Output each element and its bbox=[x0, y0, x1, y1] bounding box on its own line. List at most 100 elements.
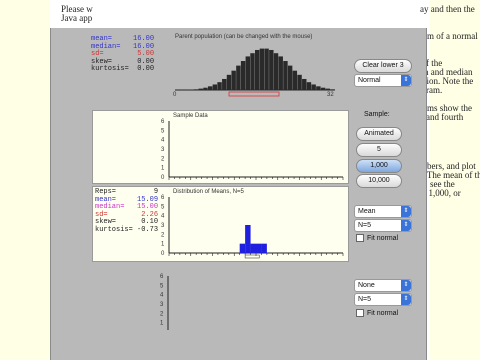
y-tick-label: 1 bbox=[161, 166, 165, 172]
parent-bar bbox=[245, 56, 250, 90]
means-panel: Reps= 9 mean= 15.09 median= 15.00 sd= 2.26 s… bbox=[92, 186, 349, 262]
clear-lower-button[interactable]: Clear lower 3 bbox=[354, 59, 412, 73]
y-tick-label: 4 bbox=[160, 293, 164, 299]
parent-sd-marker bbox=[228, 91, 280, 97]
parent-bar bbox=[325, 88, 330, 90]
statistic-select-2[interactable]: None ⇕ bbox=[354, 279, 412, 292]
animated-button[interactable]: Animated bbox=[356, 127, 402, 141]
sample-size-select-2[interactable]: N=5 ⇕ bbox=[354, 293, 412, 306]
y-tick-label: 6 bbox=[161, 119, 165, 125]
stat-row: kurtosis= -0.73 bbox=[95, 225, 159, 235]
sample-1000-button[interactable]: 1,000 bbox=[356, 159, 402, 173]
parent-bar bbox=[297, 74, 302, 90]
means-bar bbox=[245, 225, 251, 253]
distribution-select-value: Normal bbox=[358, 77, 381, 84]
parent-bar bbox=[269, 49, 274, 90]
statistic-select[interactable]: Mean ⇕ bbox=[354, 205, 412, 218]
page-text-line: ram of a normal bbox=[420, 31, 478, 41]
y-tick-label: 2 bbox=[161, 156, 165, 162]
y-tick-label: 4 bbox=[161, 214, 165, 220]
sample-data-panel: Sample Data 6543210 bbox=[92, 110, 349, 184]
y-tick-label: 1 bbox=[161, 242, 165, 248]
stat-name: kurtosis= bbox=[91, 65, 129, 73]
parent-bar bbox=[240, 61, 246, 90]
select-arrows-icon: ⇕ bbox=[401, 220, 411, 231]
select-arrows-icon: ⇕ bbox=[401, 280, 411, 291]
y-tick-label: 6 bbox=[160, 274, 164, 280]
select-arrows-icon: ⇕ bbox=[401, 294, 411, 305]
parent-bar bbox=[283, 61, 288, 90]
parent-bar bbox=[278, 56, 283, 90]
left-margin bbox=[0, 0, 50, 360]
parent-bar bbox=[212, 84, 218, 90]
means-bar bbox=[256, 243, 262, 253]
sample-size-select[interactable]: N=5 ⇕ bbox=[354, 219, 412, 232]
y-tick-label: 0 bbox=[161, 251, 165, 257]
parent-bar bbox=[198, 88, 203, 90]
parent-bar bbox=[320, 87, 326, 90]
sample-size-select-value: N=5 bbox=[358, 222, 372, 229]
y-tick-label: 3 bbox=[160, 302, 164, 308]
page-text-line: , 1,000, or bbox=[424, 188, 461, 198]
means-bar bbox=[239, 243, 246, 253]
sample-chart: 6 5 4 3 2 1 0 bbox=[161, 119, 344, 181]
means-stats: Reps= 9 mean= 15.09 median= 15.00 sd= 2.26 s… bbox=[95, 188, 159, 235]
parent-bar bbox=[259, 48, 265, 90]
sample-label: Sample: bbox=[364, 111, 390, 118]
parent-stats: mean= 16.00 median= 16.00 sd= 5.00 skew= 0.… bbox=[91, 35, 154, 74]
parent-bar bbox=[217, 82, 222, 90]
bottom-chart: 6543210 bbox=[160, 274, 169, 330]
y-tick-label: 5 bbox=[161, 204, 165, 210]
page-text-line: Java app bbox=[61, 13, 93, 23]
sample-5-button[interactable]: 5 bbox=[356, 143, 402, 157]
distribution-select[interactable]: Normal ⇕ bbox=[354, 74, 412, 87]
statistic-select-2-value: None bbox=[358, 282, 375, 289]
means-chart: 6 5 4 3 2 1 0 bbox=[161, 195, 344, 259]
parent-bar bbox=[330, 89, 335, 90]
means-bar bbox=[261, 243, 267, 253]
means-bar bbox=[250, 243, 256, 253]
sample-size-select-2-value: N=5 bbox=[358, 296, 372, 303]
means-sd-marker bbox=[244, 254, 260, 259]
parent-bar bbox=[193, 89, 199, 90]
select-arrows-icon: ⇕ bbox=[401, 75, 411, 86]
parent-bar bbox=[316, 86, 321, 90]
y-tick-label: 2 bbox=[160, 311, 164, 317]
y-tick-label: 5 bbox=[160, 283, 164, 289]
stat-value: -0.73 bbox=[132, 225, 159, 234]
parent-bar bbox=[236, 65, 241, 90]
fit-normal-label: Fit normal bbox=[367, 234, 399, 242]
fit-normal-label-2: Fit normal bbox=[367, 309, 399, 317]
statistic-select-value: Mean bbox=[358, 208, 376, 215]
parent-bar bbox=[302, 78, 307, 90]
parent-chart[interactable] bbox=[171, 40, 339, 100]
y-tick-label: 2 bbox=[161, 232, 165, 238]
parent-bar bbox=[292, 70, 298, 90]
page-text-line: and fourth bbox=[426, 112, 464, 122]
parent-bar bbox=[311, 84, 316, 90]
parent-bar bbox=[226, 74, 232, 90]
y-tick-label: 4 bbox=[161, 138, 165, 144]
stat-name: kurtosis= bbox=[95, 225, 133, 234]
parent-bar bbox=[264, 48, 269, 90]
checkbox-icon bbox=[356, 234, 364, 242]
parent-bar bbox=[273, 53, 279, 90]
fit-normal-checkbox-2[interactable]: Fit normal bbox=[356, 309, 398, 317]
y-tick-label: 3 bbox=[161, 223, 165, 229]
fit-normal-checkbox[interactable]: Fit normal bbox=[356, 234, 398, 242]
sample-10000-button[interactable]: 10,000 bbox=[356, 174, 402, 188]
parent-bar bbox=[203, 87, 208, 90]
select-arrows-icon: ⇕ bbox=[401, 206, 411, 217]
y-tick-label: 6 bbox=[161, 195, 165, 201]
stat-row: kurtosis= 0.00 bbox=[91, 65, 154, 74]
parent-bar bbox=[207, 86, 213, 90]
y-tick-label: 0 bbox=[161, 175, 165, 181]
parent-bar bbox=[222, 78, 227, 90]
parent-bar bbox=[231, 70, 236, 90]
page-text-line: ram. bbox=[426, 85, 443, 95]
page-text-line: ay and then the bbox=[420, 4, 475, 14]
parent-bar bbox=[306, 82, 312, 90]
parent-bar bbox=[250, 53, 255, 90]
y-tick-label: 5 bbox=[161, 128, 165, 134]
y-tick-label: 1 bbox=[160, 321, 164, 327]
